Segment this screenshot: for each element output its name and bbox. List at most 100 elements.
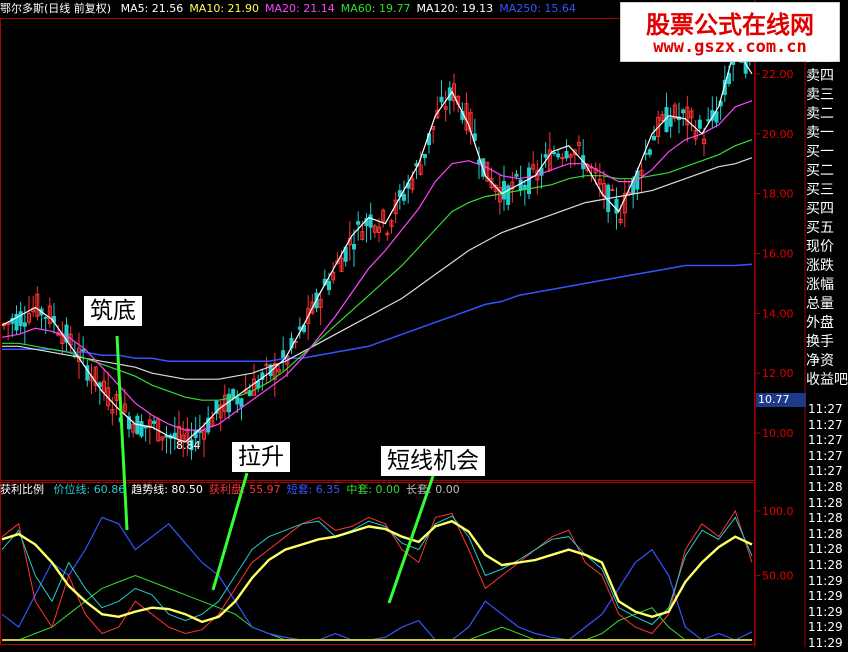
time-label: 11:27 [808,417,843,432]
quote-label: 卖二 [806,106,834,122]
indicator-legend-item: 价位线: 60.86 [53,483,126,496]
quote-label: 收益吧 [806,372,848,388]
time-label: 11:28 [808,495,843,510]
candle-body [172,432,177,439]
watermark-title: 股票公式在线网 [646,11,814,39]
annotation-rise: 拉升 [232,442,290,472]
time-label: 11:29 [808,620,843,635]
trend-line [1,519,753,624]
candle-body [327,280,331,291]
ma-legend-item: MA10: 21.90 [189,2,260,15]
quote-label: 总量 [806,296,834,312]
quote-label: 卖三 [806,87,834,103]
quote-label: 卖四 [806,68,834,84]
indicator-items: 价位线: 60.86 趋势线: 80.50 获利盘: 55.97 短套: 6.35 中套… [54,483,466,496]
price-axis-label: 12.00 [762,367,794,380]
time-label: 11:28 [808,526,843,541]
indicator-legend-item: 中套: 0.00 [346,483,401,496]
time-label: 11:27 [808,402,843,416]
price-axis-label: 10.00 [762,427,794,440]
time-label: 11:28 [808,479,843,494]
candle-body [239,398,244,408]
price-axis-label: 16.00 [762,247,794,260]
candle-body [235,397,240,405]
candle-body [402,194,406,201]
ma20-line [1,100,753,431]
candle-body [560,157,565,160]
candle-body [652,135,656,141]
ma-legend-item: MA60: 19.77 [340,2,411,15]
candle-body [514,173,519,177]
time-label: 11:29 [808,589,843,604]
price-axis-label: 20.00 [762,128,794,141]
indicator-legend: 获利比例 价位线: 60.86 趋势线: 80.50 获利盘: 55.97 短套: 6… [0,482,760,498]
mid-trap-line [2,574,752,641]
candle-body [197,430,202,433]
candle-body [81,349,86,353]
price-axis-label: 18.00 [762,188,794,201]
candle-body [552,152,556,155]
ma120-line [2,157,753,380]
price-axis-label: 22.00 [762,68,794,81]
quote-label: 卖一 [806,125,834,141]
short-trap-line [1,516,753,641]
quote-label: 卖五 [806,49,834,65]
indicator-legend-item: 长套: 0.00 [406,483,460,496]
candle-body [297,326,302,330]
low-price-label: 8.84 [176,439,201,452]
indicator-frame [0,482,755,645]
candle-body [439,96,444,103]
quote-label: 外盘 [806,315,834,331]
candle-body [543,154,548,158]
ma-legend-item: MA20: 21.14 [265,2,335,15]
stock-title: 鄂尔多斯(日线 前复权) [0,2,112,15]
time-label: 11:28 [808,511,843,526]
time-label: 11:27 [808,448,843,463]
time-label: 11:27 [808,433,843,448]
candle-body [714,111,719,123]
candle-body [668,117,673,127]
time-label: 11:27 [808,464,843,479]
quote-panel: 卖五 卖四 卖三 卖二 卖一 买一 买二 买三 买四 买五 现价 涨跌 涨幅 总量 外盘 换手 净资 收益吧 [806,48,848,390]
candle-body [731,61,736,65]
quote-label: 买一 [806,144,834,160]
candle-body [352,243,356,250]
quote-label: 涨跌 [806,258,834,274]
candle-body [506,185,511,205]
price-level-line [1,515,753,626]
ma-legend-item: MA250: 15.64 [499,2,576,15]
candle-body [681,109,686,114]
candle-body [610,189,615,192]
indicator-axis-label: 100.0 [762,505,794,518]
chart-stage: 22.00 20.00 18.00 16.00 14.00 12.00 10.00 100.0… [0,0,848,650]
quote-label: 涨幅 [806,277,834,293]
time-label: 11:29 [808,573,843,588]
candle-body [706,119,711,122]
candle-body [43,316,48,319]
time-label: 11:29 [808,604,843,619]
ma5-line [1,45,753,443]
candle-body [356,221,361,225]
candle-body [368,214,373,228]
indicator-legend-item: 短套: 6.35 [286,483,341,496]
annotation-short-chance: 短线机会 [381,446,485,476]
indicator-axis-label: 50.00 [762,569,794,582]
ma-legend-item: MA120: 19.13 [416,2,494,15]
price-axis-label: 14.00 [762,307,794,320]
candle-body [18,311,23,327]
candle-body [22,322,27,327]
ma-legend: MA5: 21.56 MA10: 21.90 MA20: 21.14 MA60: 19… [121,2,582,15]
candle-body [564,151,569,159]
time-label: 11:28 [808,557,843,572]
candle-body [152,420,156,424]
indicator-legend-item: 获利盘: 55.97 [208,483,281,496]
candle-body [647,149,652,155]
time-column: 11:27 11:27 11:27 11:27 11:27 11:28 11:28 11:28… [808,402,848,652]
time-label: 11:29 [808,635,843,650]
time-label: 11:28 [808,542,843,557]
candle-body [422,153,427,159]
quote-label: 现价 [806,239,834,255]
candle-body [527,167,531,195]
quote-label: 买四 [806,201,834,217]
quote-label: 买三 [806,182,834,198]
